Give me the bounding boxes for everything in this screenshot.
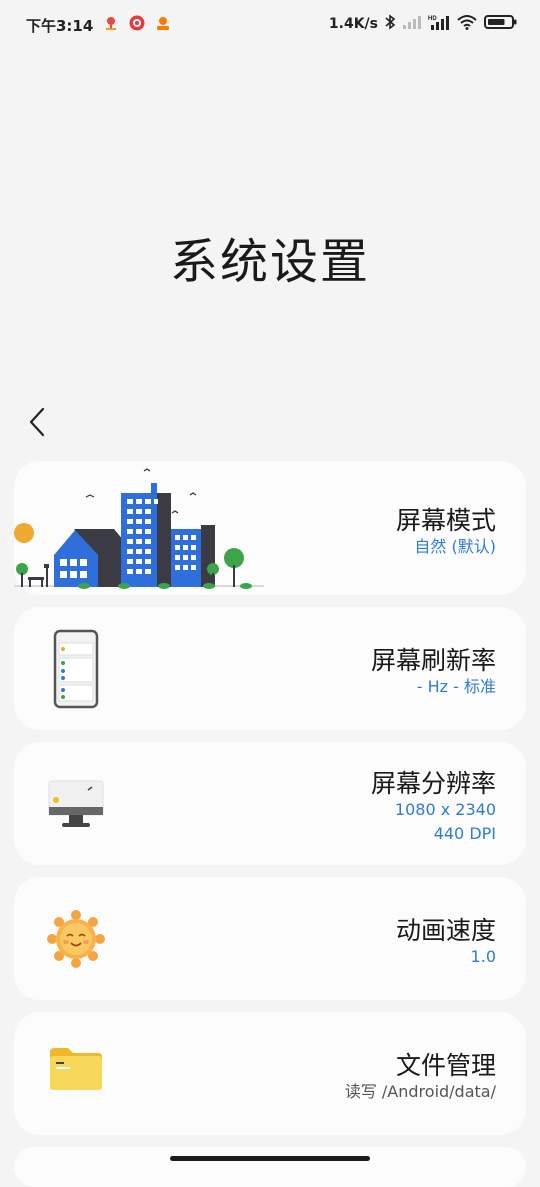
setting-card-next-partial[interactable] — [14, 1147, 526, 1187]
phone-icon — [53, 629, 99, 709]
status-bar: 下午3:14 1.4K/s HD — [0, 0, 540, 50]
bluetooth-icon — [384, 14, 396, 34]
net-speed: 1.4K/s — [328, 16, 378, 32]
animation-speed-title: 动画速度 — [395, 916, 496, 945]
taobao-app-icon — [155, 15, 171, 31]
setting-card-screen-mode[interactable]: 屏幕模式 自然 (默认) — [14, 461, 526, 595]
setting-card-animation-speed[interactable]: 动画速度 1.0 — [14, 877, 526, 1000]
status-time: 下午3:14 — [26, 17, 94, 35]
screen-mode-value: 自然 (默认) — [414, 537, 496, 556]
svg-text:HD: HD — [428, 16, 437, 22]
signal-icon-2: HD — [428, 14, 450, 34]
music-app-icon — [129, 15, 145, 31]
refresh-rate-value: - Hz - 标准 — [416, 677, 496, 696]
notification-icons — [103, 15, 171, 31]
map-pin-icon — [103, 15, 119, 31]
screen-mode-title: 屏幕模式 — [395, 506, 496, 535]
signal-icon-1 — [402, 15, 422, 33]
chevron-left-icon — [29, 407, 45, 437]
back-button[interactable] — [24, 404, 54, 440]
resolution-title: 屏幕分辨率 — [370, 769, 496, 798]
animation-speed-value: 1.0 — [470, 947, 496, 966]
file-management-value: 读写 /Android/data/ — [344, 1082, 496, 1101]
setting-card-file-management[interactable]: 文件管理 读写 /Android/data/ — [14, 1012, 526, 1135]
file-management-title: 文件管理 — [395, 1051, 496, 1080]
setting-card-refresh-rate[interactable]: 屏幕刷新率 - Hz - 标准 — [14, 607, 526, 730]
resolution-value: 1080 x 2340 — [394, 800, 496, 819]
refresh-rate-title: 屏幕刷新率 — [370, 646, 496, 675]
status-right: 1.4K/s HD — [329, 14, 518, 34]
battery-icon — [484, 14, 518, 34]
home-indicator[interactable] — [170, 1156, 370, 1161]
setting-card-resolution[interactable]: 屏幕分辨率 1080 x 2340 440 DPI — [14, 742, 526, 865]
city-illustration — [14, 468, 264, 589]
resolution-dpi: 440 DPI — [433, 824, 496, 843]
monitor-icon — [48, 780, 104, 827]
page-title: 系统设置 — [169, 234, 370, 290]
wifi-icon — [456, 14, 478, 34]
sun-icon — [47, 910, 105, 968]
folder-icon — [50, 1048, 102, 1090]
